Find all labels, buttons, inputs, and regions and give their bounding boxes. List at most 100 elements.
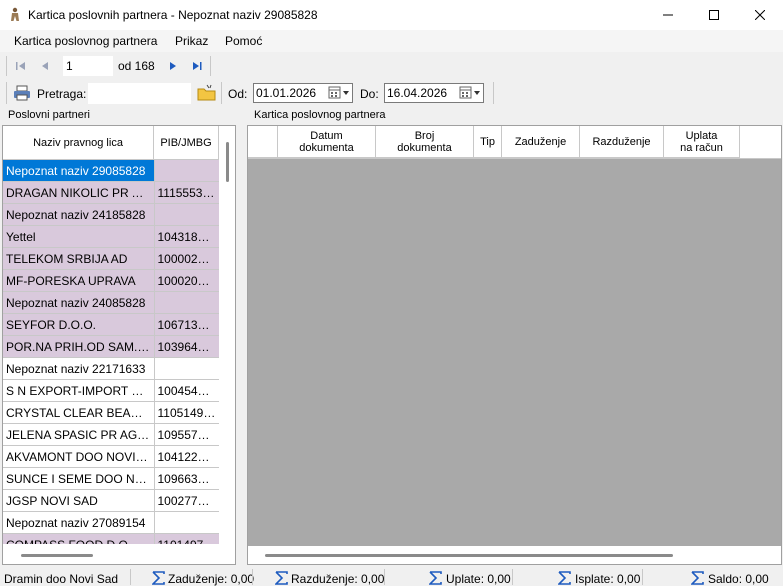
partner-name-cell[interactable]: AKVAMONT DOO NOVI SAD (3, 445, 155, 468)
partner-pib-cell[interactable]: 104318304 (154, 225, 219, 248)
column-header-row-selector[interactable] (248, 126, 278, 158)
next-icon (170, 62, 176, 70)
partner-name-cell[interactable]: CRYSTAL CLEAR BEAUTY... (3, 401, 155, 424)
printer-icon (14, 85, 30, 101)
table-row[interactable]: JELENA SPASIC PR AGEN... 109557240 (3, 423, 219, 446)
to-date-value: 16.04.2026 (387, 86, 448, 100)
to-date-picker[interactable]: 16.04.2026 (384, 83, 484, 103)
table-row[interactable]: TELEKOM SRBIJA AD 100002887 (3, 247, 219, 270)
table-row[interactable]: S N EXPORT-IMPORT DO... 100454974 (3, 379, 219, 402)
partner-name-cell[interactable]: Nepoznat naziv 24085828 (3, 291, 155, 314)
partner-name-cell[interactable]: JGSP NOVI SAD (3, 489, 155, 512)
partners-grid-body: Nepoznat naziv 29085828 DRAGAN NIKOLIC PR… (3, 160, 219, 544)
partner-pib-cell[interactable]: 106713309 (154, 313, 219, 336)
column-header-pib[interactable]: PIB/JMBG (154, 126, 219, 160)
partner-name-cell[interactable]: Nepoznat naziv 24185828 (3, 203, 155, 226)
table-row[interactable]: Nepoznat naziv 27089154 (3, 511, 219, 534)
current-page-input[interactable] (63, 56, 113, 76)
table-row[interactable]: CRYSTAL CLEAR BEAUTY... 110514980 (3, 401, 219, 424)
menu-pomoc[interactable]: Pomoć (225, 34, 262, 48)
partner-name-cell[interactable]: Yettel (3, 225, 155, 248)
partner-pib-cell[interactable]: 109557240 (154, 423, 219, 446)
card-horizontal-scrollbar[interactable] (248, 546, 781, 564)
search-input[interactable] (88, 83, 191, 104)
previous-record-button[interactable] (37, 58, 53, 74)
partner-name-cell[interactable]: COMPASS FOOD D.O.O. N... (3, 533, 155, 544)
table-row[interactable]: Nepoznat naziv 29085828 (3, 160, 219, 182)
column-header-datum-dokumenta[interactable]: Datum dokumenta (278, 126, 376, 158)
column-header-zaduzenje[interactable]: Zaduženje (502, 126, 580, 158)
partner-name-cell[interactable]: JELENA SPASIC PR AGEN... (3, 423, 155, 446)
table-row[interactable]: Yettel 104318304 (3, 225, 219, 248)
partner-name-cell[interactable]: SEYFOR D.O.O. (3, 313, 155, 336)
table-row[interactable]: Nepoznat naziv 22171633 (3, 357, 219, 380)
partner-pib-cell[interactable]: 111555307 (154, 181, 219, 204)
partners-horizontal-scrollbar[interactable] (3, 546, 219, 564)
partner-name-cell[interactable]: DRAGAN NIKOLIC PR AG... (3, 181, 155, 204)
open-folder-button[interactable] (197, 84, 217, 102)
partner-pib-cell[interactable]: 100020943 (154, 269, 219, 292)
partner-name-cell[interactable]: POR.NA PRIH.OD SAM.DE... (3, 335, 155, 358)
toolbar-separator (221, 82, 222, 104)
table-row[interactable]: SEYFOR D.O.O. 106713309 (3, 313, 219, 336)
table-row[interactable]: JGSP NOVI SAD 100277615 (3, 489, 219, 512)
partner-pib-cell[interactable]: 109663959 (154, 467, 219, 490)
partner-pib-cell[interactable]: 100002887 (154, 247, 219, 270)
toolbar-grip (6, 82, 7, 104)
partner-pib-cell[interactable]: 103964453 (154, 335, 219, 358)
print-button[interactable] (13, 84, 31, 102)
partners-panel-title: Poslovni partneri (8, 109, 90, 121)
first-record-button[interactable] (13, 58, 29, 74)
partner-pib-cell[interactable] (154, 291, 219, 314)
sum-icon (558, 571, 571, 585)
partner-pib-cell[interactable]: 100454974 (154, 379, 219, 402)
partner-pib-cell[interactable]: 110514980 (154, 401, 219, 424)
partner-pib-cell[interactable]: 100277615 (154, 489, 219, 512)
scrollbar-thumb[interactable] (226, 142, 229, 182)
to-date-label: Do: (360, 87, 379, 101)
maximize-button[interactable] (691, 0, 737, 30)
status-separator (130, 569, 131, 585)
partner-name-cell[interactable]: Nepoznat naziv 22171633 (3, 357, 155, 380)
partner-pib-cell[interactable] (154, 203, 219, 226)
menu-prikaz[interactable]: Prikaz (175, 34, 208, 48)
partner-name-cell[interactable]: SUNCE I SEME DOO NOVI... (3, 467, 155, 490)
from-date-picker[interactable]: 01.01.2026 (253, 83, 353, 103)
partner-name-cell[interactable]: TELEKOM SRBIJA AD (3, 247, 155, 270)
table-row[interactable]: MF-PORESKA UPRAVA 100020943 (3, 269, 219, 292)
close-button[interactable] (737, 0, 783, 30)
table-row[interactable]: DRAGAN NIKOLIC PR AG... 111555307 (3, 181, 219, 204)
sum-icon (691, 571, 704, 585)
table-row[interactable]: SUNCE I SEME DOO NOVI... 109663959 (3, 467, 219, 490)
partner-pib-cell[interactable] (154, 160, 219, 182)
page-count-label: od 168 (118, 59, 155, 73)
column-header-name[interactable]: Naziv pravnog lica (3, 126, 154, 160)
scrollbar-thumb[interactable] (265, 554, 673, 557)
column-header-uplata-na-racun[interactable]: Uplata na račun (664, 126, 740, 158)
column-header-tip[interactable]: Tip (474, 126, 502, 158)
minimize-button[interactable] (645, 0, 691, 30)
status-separator (384, 569, 385, 585)
card-panel-title: Kartica poslovnog partnera (254, 109, 386, 121)
last-record-button[interactable] (189, 58, 205, 74)
partner-name-cell[interactable]: S N EXPORT-IMPORT DO... (3, 379, 155, 402)
table-row[interactable]: POR.NA PRIH.OD SAM.DE... 103964453 (3, 335, 219, 358)
scrollbar-thumb[interactable] (21, 554, 93, 557)
column-header-razduzenje[interactable]: Razduženje (580, 126, 664, 158)
partner-name-cell[interactable]: MF-PORESKA UPRAVA (3, 269, 155, 292)
partner-pib-cell[interactable] (154, 511, 219, 534)
partner-name-cell[interactable]: Nepoznat naziv 29085828 (3, 160, 155, 182)
partner-pib-cell[interactable]: 110149719 (154, 533, 219, 544)
menu-kartica[interactable]: Kartica poslovnog partnera (14, 34, 157, 48)
table-row[interactable]: Nepoznat naziv 24085828 (3, 291, 219, 314)
status-separator (642, 569, 643, 585)
table-row[interactable]: AKVAMONT DOO NOVI SAD 104122352 (3, 445, 219, 468)
table-row[interactable]: COMPASS FOOD D.O.O. N...110149719 (3, 533, 219, 544)
next-record-button[interactable] (165, 58, 181, 74)
partner-pib-cell[interactable] (154, 357, 219, 380)
partners-vertical-scrollbar[interactable] (219, 126, 235, 546)
table-row[interactable]: Nepoznat naziv 24185828 (3, 203, 219, 226)
partner-name-cell[interactable]: Nepoznat naziv 27089154 (3, 511, 155, 534)
column-header-broj-dokumenta[interactable]: Broj dokumenta (376, 126, 474, 158)
partner-pib-cell[interactable]: 104122352 (154, 445, 219, 468)
